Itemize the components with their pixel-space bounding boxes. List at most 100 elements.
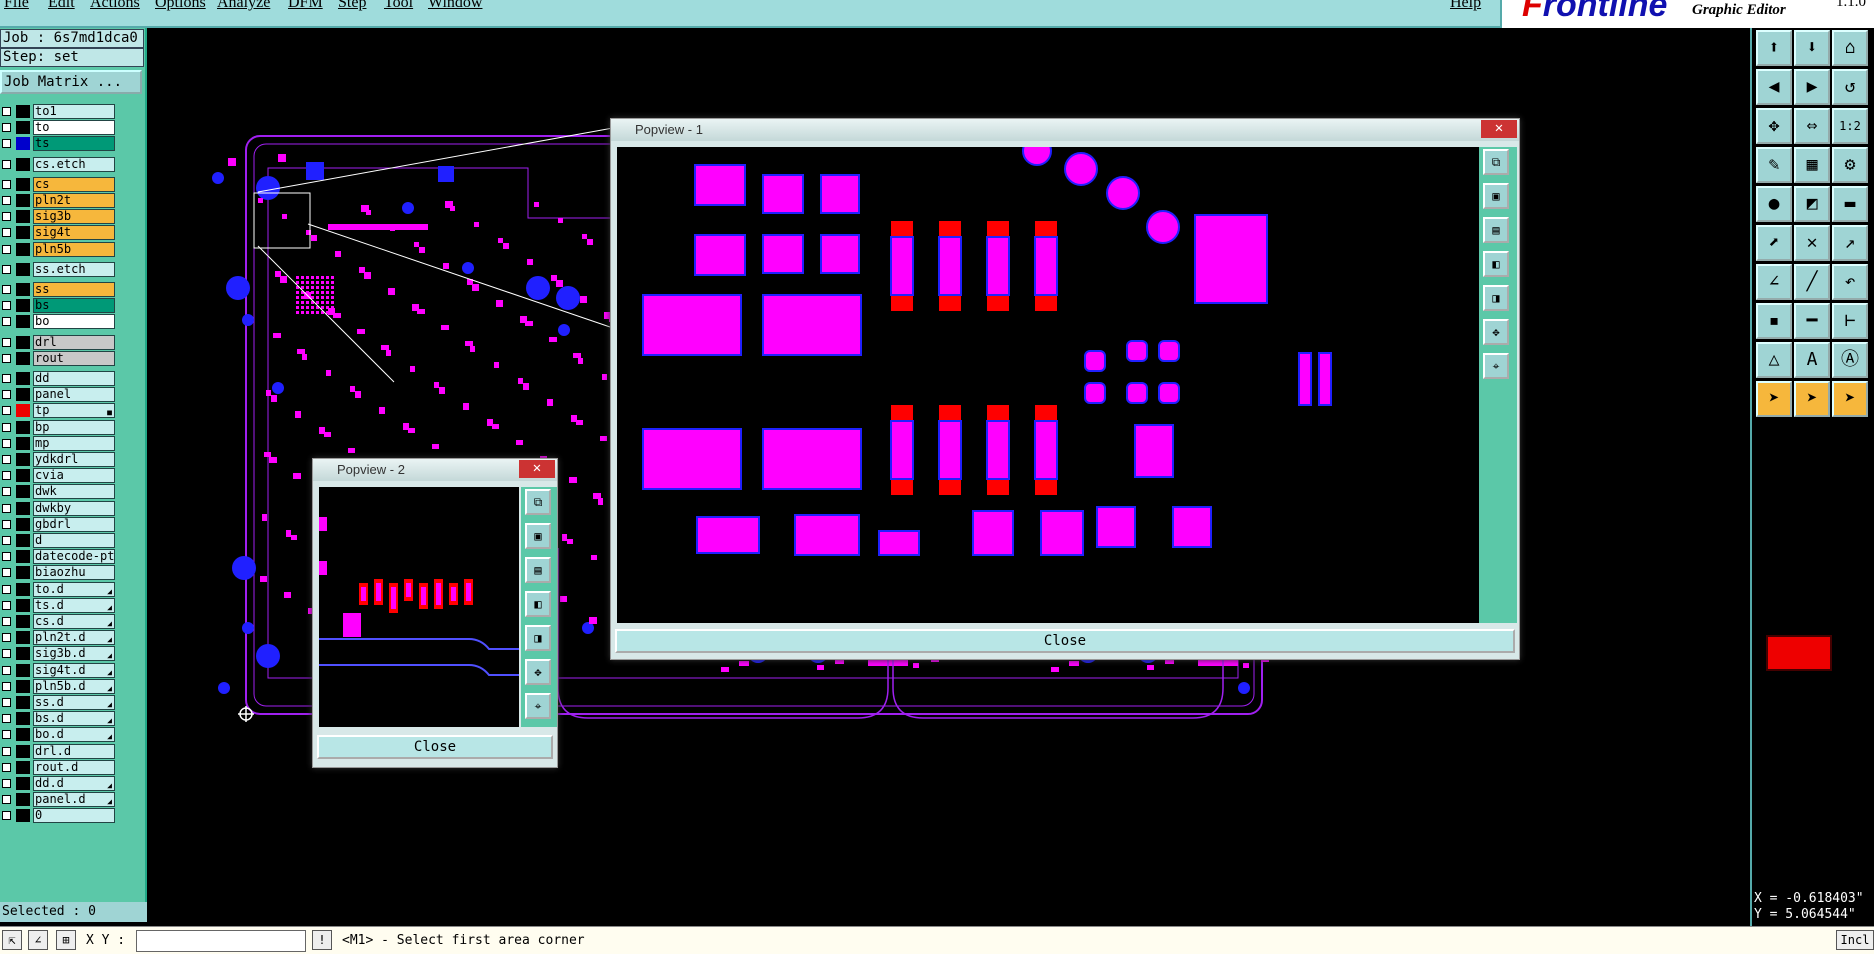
layer-color-swatch[interactable] [16, 566, 30, 580]
layer-name[interactable]: ss.d ◢ [33, 695, 115, 710]
layer-row[interactable]: datecode-pt [0, 549, 118, 565]
layer-color-swatch[interactable] [16, 283, 30, 296]
layer-checkbox[interactable] [2, 795, 11, 805]
layer-row[interactable]: pln5b.d ◢ [0, 678, 118, 694]
zoom-fit-icon[interactable]: ✥ [1756, 108, 1792, 144]
layer-checkbox[interactable] [2, 730, 11, 740]
menu-analyze[interactable]: Analyze [217, 0, 270, 12]
cross-icon[interactable]: ✕ [1794, 225, 1830, 261]
layer-checkbox[interactable] [2, 519, 11, 529]
layer-name[interactable]: ydkdrl [33, 452, 115, 467]
layer-row[interactable]: dd [0, 371, 118, 386]
layer-row[interactable]: bs.d ◢ [0, 711, 118, 727]
triangle-icon[interactable]: △ [1756, 342, 1792, 378]
layer-row[interactable]: bo.d ◢ [0, 727, 118, 743]
xy-input[interactable] [136, 930, 306, 952]
layer-row[interactable]: ts [0, 136, 118, 152]
layer-checkbox[interactable] [2, 600, 11, 610]
grid-icon[interactable]: ▦ [1794, 147, 1830, 183]
layer-checkbox[interactable] [2, 503, 11, 513]
menu-step[interactable]: Step [338, 0, 366, 12]
layer-color-swatch[interactable] [16, 809, 30, 823]
layer-checkbox[interactable] [2, 422, 11, 432]
layer-color-swatch[interactable] [16, 388, 30, 402]
layer-row[interactable]: rout [0, 350, 118, 366]
pv-fit-icon[interactable]: ⧉ [1483, 149, 1509, 175]
layer-checkbox[interactable] [2, 317, 11, 327]
popview-2-window[interactable]: Popview - 2 ✕ ⧉ ▣ ▤ ◧ ◨ ✥ ⌖ Close [312, 458, 558, 768]
layer-name[interactable]: cvia [33, 468, 115, 484]
layer-row[interactable]: 0 [0, 808, 118, 824]
layer-row[interactable]: d [0, 533, 118, 548]
layer-color-swatch[interactable] [16, 469, 30, 483]
layer-color-swatch[interactable] [16, 550, 30, 564]
layer-row[interactable]: tp ■ [0, 403, 118, 419]
layer-name[interactable]: pln5b [33, 241, 115, 257]
measure-bar-icon[interactable]: ▬ [1832, 186, 1868, 222]
layer-name[interactable]: 0 [33, 808, 115, 824]
layer-row[interactable]: panel [0, 387, 118, 403]
layer-color-swatch[interactable] [16, 760, 30, 774]
layer-name[interactable]: biaozhu [33, 565, 115, 581]
layer-row[interactable]: rout.d [0, 759, 118, 775]
layer-name[interactable]: bo [33, 314, 115, 330]
popview-2-canvas[interactable] [319, 487, 519, 727]
select-net-icon[interactable]: ➤ [1832, 381, 1868, 417]
layer-checkbox[interactable] [2, 762, 11, 772]
select-area-icon[interactable]: ➤ [1794, 381, 1830, 417]
fill-icon[interactable]: ◩ [1794, 186, 1830, 222]
edit-icon[interactable]: ✎ [1756, 147, 1792, 183]
layer-checkbox[interactable] [2, 159, 11, 169]
grid-icon[interactable]: ⊞ [56, 930, 76, 950]
menu-file[interactable]: File [4, 0, 29, 12]
layer-color-swatch[interactable] [16, 534, 30, 547]
layer-name[interactable]: sig3b [33, 209, 115, 225]
layer-color-swatch[interactable] [16, 501, 30, 515]
layer-row[interactable]: sig3b.d ◢ [0, 646, 118, 662]
layer-name[interactable]: ts [33, 136, 115, 152]
angle-icon[interactable]: ∠ [1756, 264, 1792, 300]
layer-checkbox[interactable] [2, 649, 11, 659]
layer-row[interactable]: ts.d ◢ [0, 597, 118, 613]
layer-checkbox[interactable] [2, 487, 11, 497]
arrow-icon[interactable]: ↗ [1832, 225, 1868, 261]
pv2-fit-icon[interactable]: ⧉ [525, 489, 551, 515]
layer-color-swatch[interactable] [16, 210, 30, 224]
layer-row[interactable]: pln5b [0, 241, 118, 257]
layer-color-swatch[interactable] [16, 663, 30, 677]
layer-name[interactable]: to [33, 120, 115, 136]
layer-row[interactable]: ss [0, 282, 118, 297]
layer-name[interactable]: dwk [33, 484, 115, 500]
pv2-center-icon[interactable]: ✥ [525, 659, 551, 685]
layer-checkbox[interactable] [2, 390, 11, 400]
pv-home-icon[interactable]: ⌖ [1483, 353, 1509, 379]
layer-checkbox[interactable] [2, 438, 11, 448]
layer-color-swatch[interactable] [16, 105, 30, 118]
layer-color-swatch[interactable] [16, 615, 30, 628]
layer-checkbox[interactable] [2, 714, 11, 724]
layer-row[interactable]: sig4t [0, 225, 118, 241]
popview-1-window[interactable]: Popview - 1 ✕ ⧉ ▣ ▤ ◧ ◨ ✥ ⌖ Close [610, 118, 1520, 660]
layer-checkbox[interactable] [2, 337, 11, 347]
layer-row[interactable]: bs [0, 298, 118, 314]
pan-right-icon[interactable]: ▶ [1794, 69, 1830, 105]
layer-checkbox[interactable] [2, 196, 11, 205]
layer-row[interactable]: biaozhu [0, 565, 118, 581]
pv2-home-icon[interactable]: ⌖ [525, 693, 551, 719]
layer-name[interactable]: sig4t [33, 225, 115, 241]
job-matrix-button[interactable]: Job Matrix ... [0, 70, 142, 94]
layer-checkbox[interactable] [2, 698, 11, 707]
layer-checkbox[interactable] [2, 681, 11, 691]
zoom-ratio-icon[interactable]: 1:2 [1832, 108, 1868, 144]
layer-checkbox[interactable] [2, 179, 11, 189]
layer-color-swatch[interactable] [16, 315, 30, 329]
layer-name[interactable]: rout.d [33, 759, 115, 775]
layer-name[interactable]: panel.d ◢ [33, 792, 115, 808]
menu-help[interactable]: Help [1450, 0, 1481, 12]
layer-color-swatch[interactable] [16, 372, 30, 385]
layer-name[interactable]: rout [33, 350, 115, 366]
layer-row[interactable]: panel.d ◢ [0, 792, 118, 808]
layer-color-swatch[interactable] [16, 194, 30, 207]
layer-checkbox[interactable] [2, 228, 11, 238]
layer-name[interactable]: pln5b.d ◢ [33, 678, 115, 694]
